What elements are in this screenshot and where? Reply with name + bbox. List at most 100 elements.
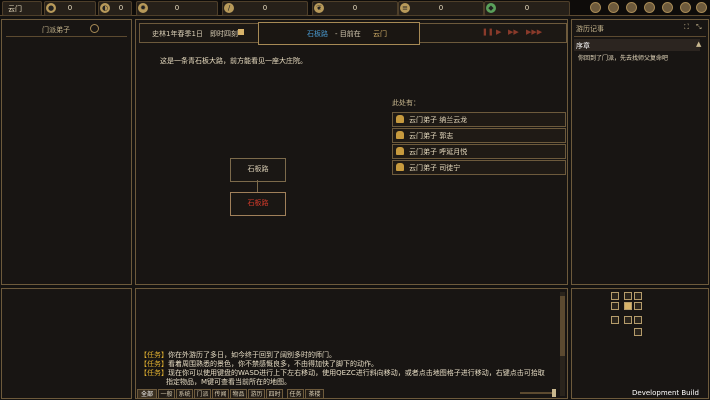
resource-coin[interactable]: ● 0 (44, 1, 96, 16)
minimap-cell[interactable] (634, 302, 642, 310)
sect-disciples-title: 门派弟子 (42, 26, 70, 34)
log-text: 看着周围熟悉的景色，你不禁感慨良多，不由得加快了脚下的动作。 (168, 360, 378, 368)
top-resource-bar: 云门 ● 0 ◐ 0 ✹ 0 / 0 ❦ 0 ≡ 0 ◆ 0 (0, 0, 710, 16)
minimap-current-cell[interactable] (624, 302, 632, 310)
npc-item[interactable]: 云门弟子 郭志 (392, 128, 566, 143)
log-filter-tab[interactable]: 物品 (230, 389, 247, 399)
divider (574, 36, 706, 37)
minimap-cell[interactable] (611, 302, 619, 310)
minimap-cell[interactable] (624, 292, 632, 300)
time-label: 即时四刻 (210, 30, 238, 38)
log-line: 【任务】看着周围熟悉的景色，你不禁感慨良多，不由得加快了脚下的动作。 (140, 360, 560, 369)
house-icon[interactable] (644, 2, 655, 13)
minimap-cell[interactable] (611, 316, 619, 324)
chapter-title: 序章 (576, 42, 590, 50)
sect-disciples-panel: 门派弟子 (1, 19, 132, 285)
menu-icon[interactable] (696, 2, 707, 13)
npc-item[interactable]: 云门弟子 司徒宁 (392, 160, 566, 175)
minimap-cell[interactable] (634, 316, 642, 324)
chapter-row[interactable]: 序章 (574, 39, 700, 51)
resource-value: 0 (174, 4, 180, 12)
scene-header: 史林1年春季1日 即时四刻 石板路 - 目前在 云门 ❚❚ ▶ ▶▶ ▶▶▶ (139, 22, 567, 45)
journal-title: 游历记事 (576, 25, 604, 33)
location-text: 云门 (8, 5, 22, 13)
log-text: 你在外游历了多日，如今终于回到了阔别多时的师门。 (168, 351, 336, 359)
map-node-current[interactable]: 石板路 (230, 192, 286, 216)
scene-description: 这是一条青石板大路，前方能看见一座大庄院。 (160, 57, 307, 65)
minimap-cell[interactable] (624, 316, 632, 324)
resource-value: 0 (118, 4, 124, 12)
time-icon (238, 29, 244, 35)
npc-name: 云门弟子 呼延月悦 (409, 148, 468, 156)
current-road: 石板路 (307, 30, 328, 38)
minimap-cell[interactable] (611, 292, 619, 300)
present-label: 此处有： (392, 99, 420, 107)
minimap-cell[interactable] (634, 292, 642, 300)
log-tag: 【任务】 (140, 369, 168, 377)
log-tag: 【任务】 (140, 351, 168, 359)
npc-name: 云门弟子 郭志 (409, 132, 454, 140)
person-icon (396, 147, 404, 155)
location-separator: - 目前在 (335, 30, 361, 38)
map-node-road[interactable]: 石板路 (230, 158, 286, 182)
resource-value: 0 (438, 4, 444, 12)
resource-food[interactable]: ◐ 0 (98, 1, 132, 16)
resource-value: 0 (524, 4, 530, 12)
location-badge[interactable]: 云门 (2, 1, 42, 16)
mail-icon[interactable] (680, 2, 691, 13)
log-filter-tab[interactable]: 一般 (158, 389, 175, 399)
log-filter-tab[interactable]: 全部 (137, 389, 157, 399)
scroll-up-icon[interactable]: ▲ (696, 40, 701, 48)
expand-icon[interactable]: ⛶ (684, 23, 689, 32)
scroll-icon[interactable] (662, 2, 673, 13)
book-icon[interactable] (626, 2, 637, 13)
resource-herb[interactable]: ❦ 0 (312, 1, 398, 16)
log-filter-tab[interactable]: 茶楼 (305, 389, 324, 399)
log-volume-slider[interactable] (520, 389, 556, 397)
eye-icon[interactable] (90, 24, 99, 33)
log-filter-tab[interactable]: 门派 (194, 389, 211, 399)
npc-item[interactable]: 云门弟子 纳兰云龙 (392, 112, 566, 127)
play-icon[interactable]: ▶ (496, 28, 501, 36)
divider (6, 36, 127, 37)
slider-handle[interactable] (552, 389, 556, 397)
map-link (257, 180, 258, 192)
hat-icon[interactable] (608, 2, 619, 13)
npc-item[interactable]: 云门弟子 呼延月悦 (392, 144, 566, 159)
game-date: 史林1年春季1日 (152, 30, 203, 38)
person-icon (396, 131, 404, 139)
npc-name: 云门弟子 纳兰云龙 (409, 116, 468, 124)
log-filter-tab[interactable]: 游历 (248, 389, 265, 399)
resource-pot[interactable]: ◆ 0 (484, 1, 570, 16)
resource-wood[interactable]: ≡ 0 (398, 1, 484, 16)
location-title-box: 石板路 - 目前在 云门 (258, 22, 420, 45)
build-label: Development Build (632, 389, 699, 397)
person-icon (396, 115, 404, 123)
fast-forward-icon[interactable]: ▶▶ (508, 28, 519, 36)
log-text: 现在你可以使用键盘的WASD进行上下左右移动，使用QEZC进行斜向移动，或者点击… (168, 369, 545, 377)
log-line: 【任务】你在外游历了多日，如今终于回到了阔别多时的师门。 (140, 351, 560, 360)
journal-entry: 你回到了门派，先去找师父复命吧 (578, 55, 669, 62)
fastest-icon[interactable]: ▶▶▶ (526, 28, 542, 36)
resource-value: 0 (352, 4, 358, 12)
log-scrollbar[interactable] (560, 292, 565, 396)
pause-icon[interactable]: ❚❚ (482, 28, 494, 36)
hand-icon[interactable] (590, 2, 601, 13)
collapse-icon[interactable]: ⤡ (696, 23, 702, 32)
log-filter-tab[interactable]: 任务 (287, 389, 304, 399)
resource-gear-coin[interactable]: ✹ 0 (136, 1, 218, 16)
log-filter-tab[interactable]: 四时 (266, 389, 283, 399)
bottom-left-panel (1, 288, 132, 399)
npc-name: 云门弟子 司徒宁 (409, 164, 461, 172)
log-filter-tab[interactable]: 传闻 (212, 389, 229, 399)
log-filter-tab[interactable]: 系统 (176, 389, 193, 399)
resource-tool[interactable]: / 0 (222, 1, 308, 16)
minimap-cell[interactable] (634, 328, 642, 336)
resource-value: 0 (67, 4, 73, 12)
log-scroll-thumb[interactable] (560, 296, 565, 356)
log-text: 指定物品，M键可查看当前所在的地图。 (166, 378, 292, 386)
food-icon: ◐ (100, 3, 110, 13)
current-area: 云门 (373, 30, 387, 38)
log-line: 指定物品，M键可查看当前所在的地图。 (166, 378, 586, 387)
journal-panel: 游历记事 ⛶ ⤡ 序章 ▲ 你回到了门派，先去找师父复命吧 (571, 19, 709, 285)
